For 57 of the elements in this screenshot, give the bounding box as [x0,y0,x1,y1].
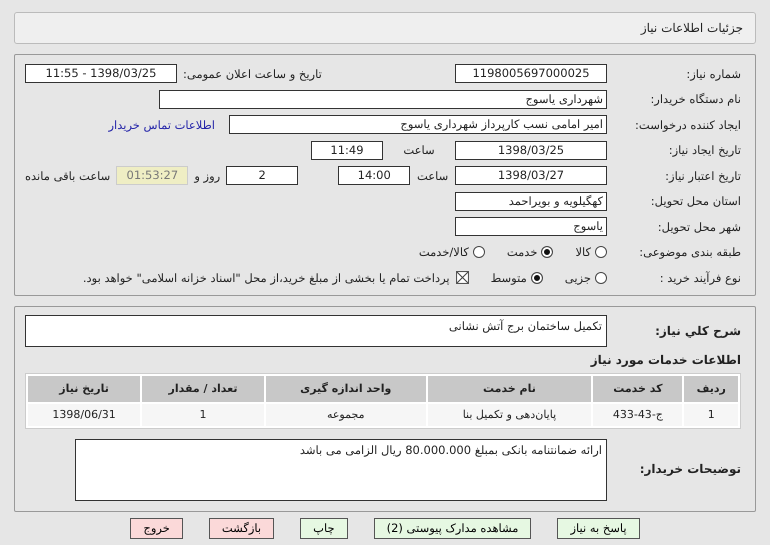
action-button[interactable]: مشاهده مدارک پیوستی (2) [374,518,532,538]
time-label: ساعت [402,143,436,158]
action-button[interactable]: خروج [130,518,183,538]
treasury-checkbox[interactable] [456,271,469,284]
category-radio[interactable]: کالا/خدمت [418,245,485,260]
summary-field: تکمیل ساختمان برج آتش نشانی [25,314,607,346]
field-label: شماره نیاز: [685,66,741,81]
action-button[interactable]: بازگشت [208,518,274,538]
column-header: واحد اندازه گیری [266,376,426,402]
remaining-label: ساعت باقی مانده [25,168,110,183]
table-cell: ج-43-433 [593,404,682,426]
column-header: تاریخ نیاز [28,376,140,402]
need-number-field: 1198005697000025 [455,64,607,84]
buyer-notes-field: ارائه ضمانتنامه بانکی بمبلغ 80.000.000 ریال الزامی می باشد [75,438,607,500]
field-label: نام دستگاه خریدار: [649,92,741,106]
created-date-field: 1398/03/25 [455,140,607,160]
table-cell: 1398/06/31 [28,404,140,426]
category-radio[interactable]: خدمت [506,245,554,260]
action-button[interactable]: چاپ [300,518,348,538]
table-cell: 1 [142,404,264,426]
remaining-time-field: 01:53:27 [116,166,188,186]
field-label: تاریخ ایجاد نیاز: [668,143,741,158]
process-radio[interactable]: جزیی [564,270,607,285]
buyer-org-field: شهرداری یاسوج [159,90,607,109]
column-header: نام خدمت [428,376,592,402]
treasury-label: پرداخت تمام یا بخشی از مبلغ خرید،از محل "اسناد خزانه اسلامی" خواهد بود. [82,270,450,285]
category-radio[interactable]: کالا [575,245,607,260]
valid-date-field: 1398/03/27 [455,166,607,186]
field-label: شرح کلي نیاز: [654,324,741,338]
column-header: کد خدمت [593,376,682,402]
column-header: ردیف [684,376,738,402]
column-header: تعداد / مقدار [142,376,264,402]
table-cell: مجموعه [266,404,426,426]
announce-date-field: 1398/03/25 - 11:55 [25,64,177,84]
action-button[interactable]: پاسخ به نیاز [557,518,640,538]
field-label: تاریخ و ساعت اعلان عمومی: [183,66,322,81]
buyer-contact-link[interactable]: اطلاعات تماس خریدار [108,118,215,132]
page-title: جزئیات اطلاعات نیاز [640,21,743,35]
days-label: روز و [194,168,220,183]
time-label: ساعت [416,168,449,183]
field-label: شهر محل تحویل: [656,220,741,234]
field-label: توضیحات خریدار: [638,462,741,476]
field-label: استان محل تحویل: [650,194,741,208]
requester-field: امیر امامی نسب کارپرداز شهرداری یاسوج [229,115,607,134]
valid-time-field: 14:00 [338,166,410,186]
province-field: کهگیلویه و بویراحمد [455,192,607,211]
field-label: ایجاد کننده درخواست: [634,118,741,132]
days-field: 2 [226,166,298,186]
table-cell: 1 [684,404,738,426]
field-label: نوع فرآیند خرید : [658,270,741,285]
city-field: یاسوج [455,217,607,236]
process-radio[interactable]: متوسط [490,270,543,285]
created-time-field: 11:49 [311,140,383,160]
field-label: طبقه بندی موضوعی: [638,245,741,260]
field-label: تاریخ اعتبار نیاز: [664,168,741,183]
section-title: اطلاعات خدمات مورد نیاز [589,352,741,366]
table-cell: پایان‌دهی و تکمیل بنا [428,404,592,426]
